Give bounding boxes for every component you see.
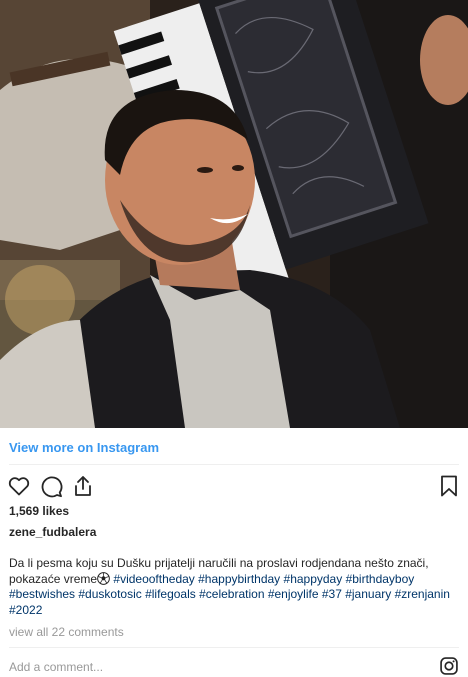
soccer-ball-icon [97, 571, 110, 585]
divider [9, 647, 459, 648]
heart-icon[interactable] [7, 474, 31, 498]
username[interactable]: zene_fudbalera [9, 525, 96, 539]
action-bar [7, 474, 461, 498]
view-more-on-instagram-link[interactable]: View more on Instagram [9, 440, 159, 455]
bookmark-icon[interactable] [437, 474, 461, 498]
share-icon[interactable] [71, 474, 95, 498]
view-all-comments-link[interactable]: view all 22 comments [9, 625, 124, 639]
video-frame [0, 0, 468, 428]
instagram-embed: View more on Instagram 1,569 likes zene_ [0, 0, 468, 677]
instagram-logo-icon[interactable] [439, 656, 459, 676]
likes-count[interactable]: 1,569 likes [9, 504, 69, 518]
caption: Da li pesma koju su Dušku prijatelji nar… [9, 556, 461, 618]
comment-icon[interactable] [39, 474, 63, 498]
add-comment-input[interactable]: Add a comment... [9, 660, 103, 674]
post-video[interactable] [0, 0, 468, 428]
divider [9, 464, 459, 465]
